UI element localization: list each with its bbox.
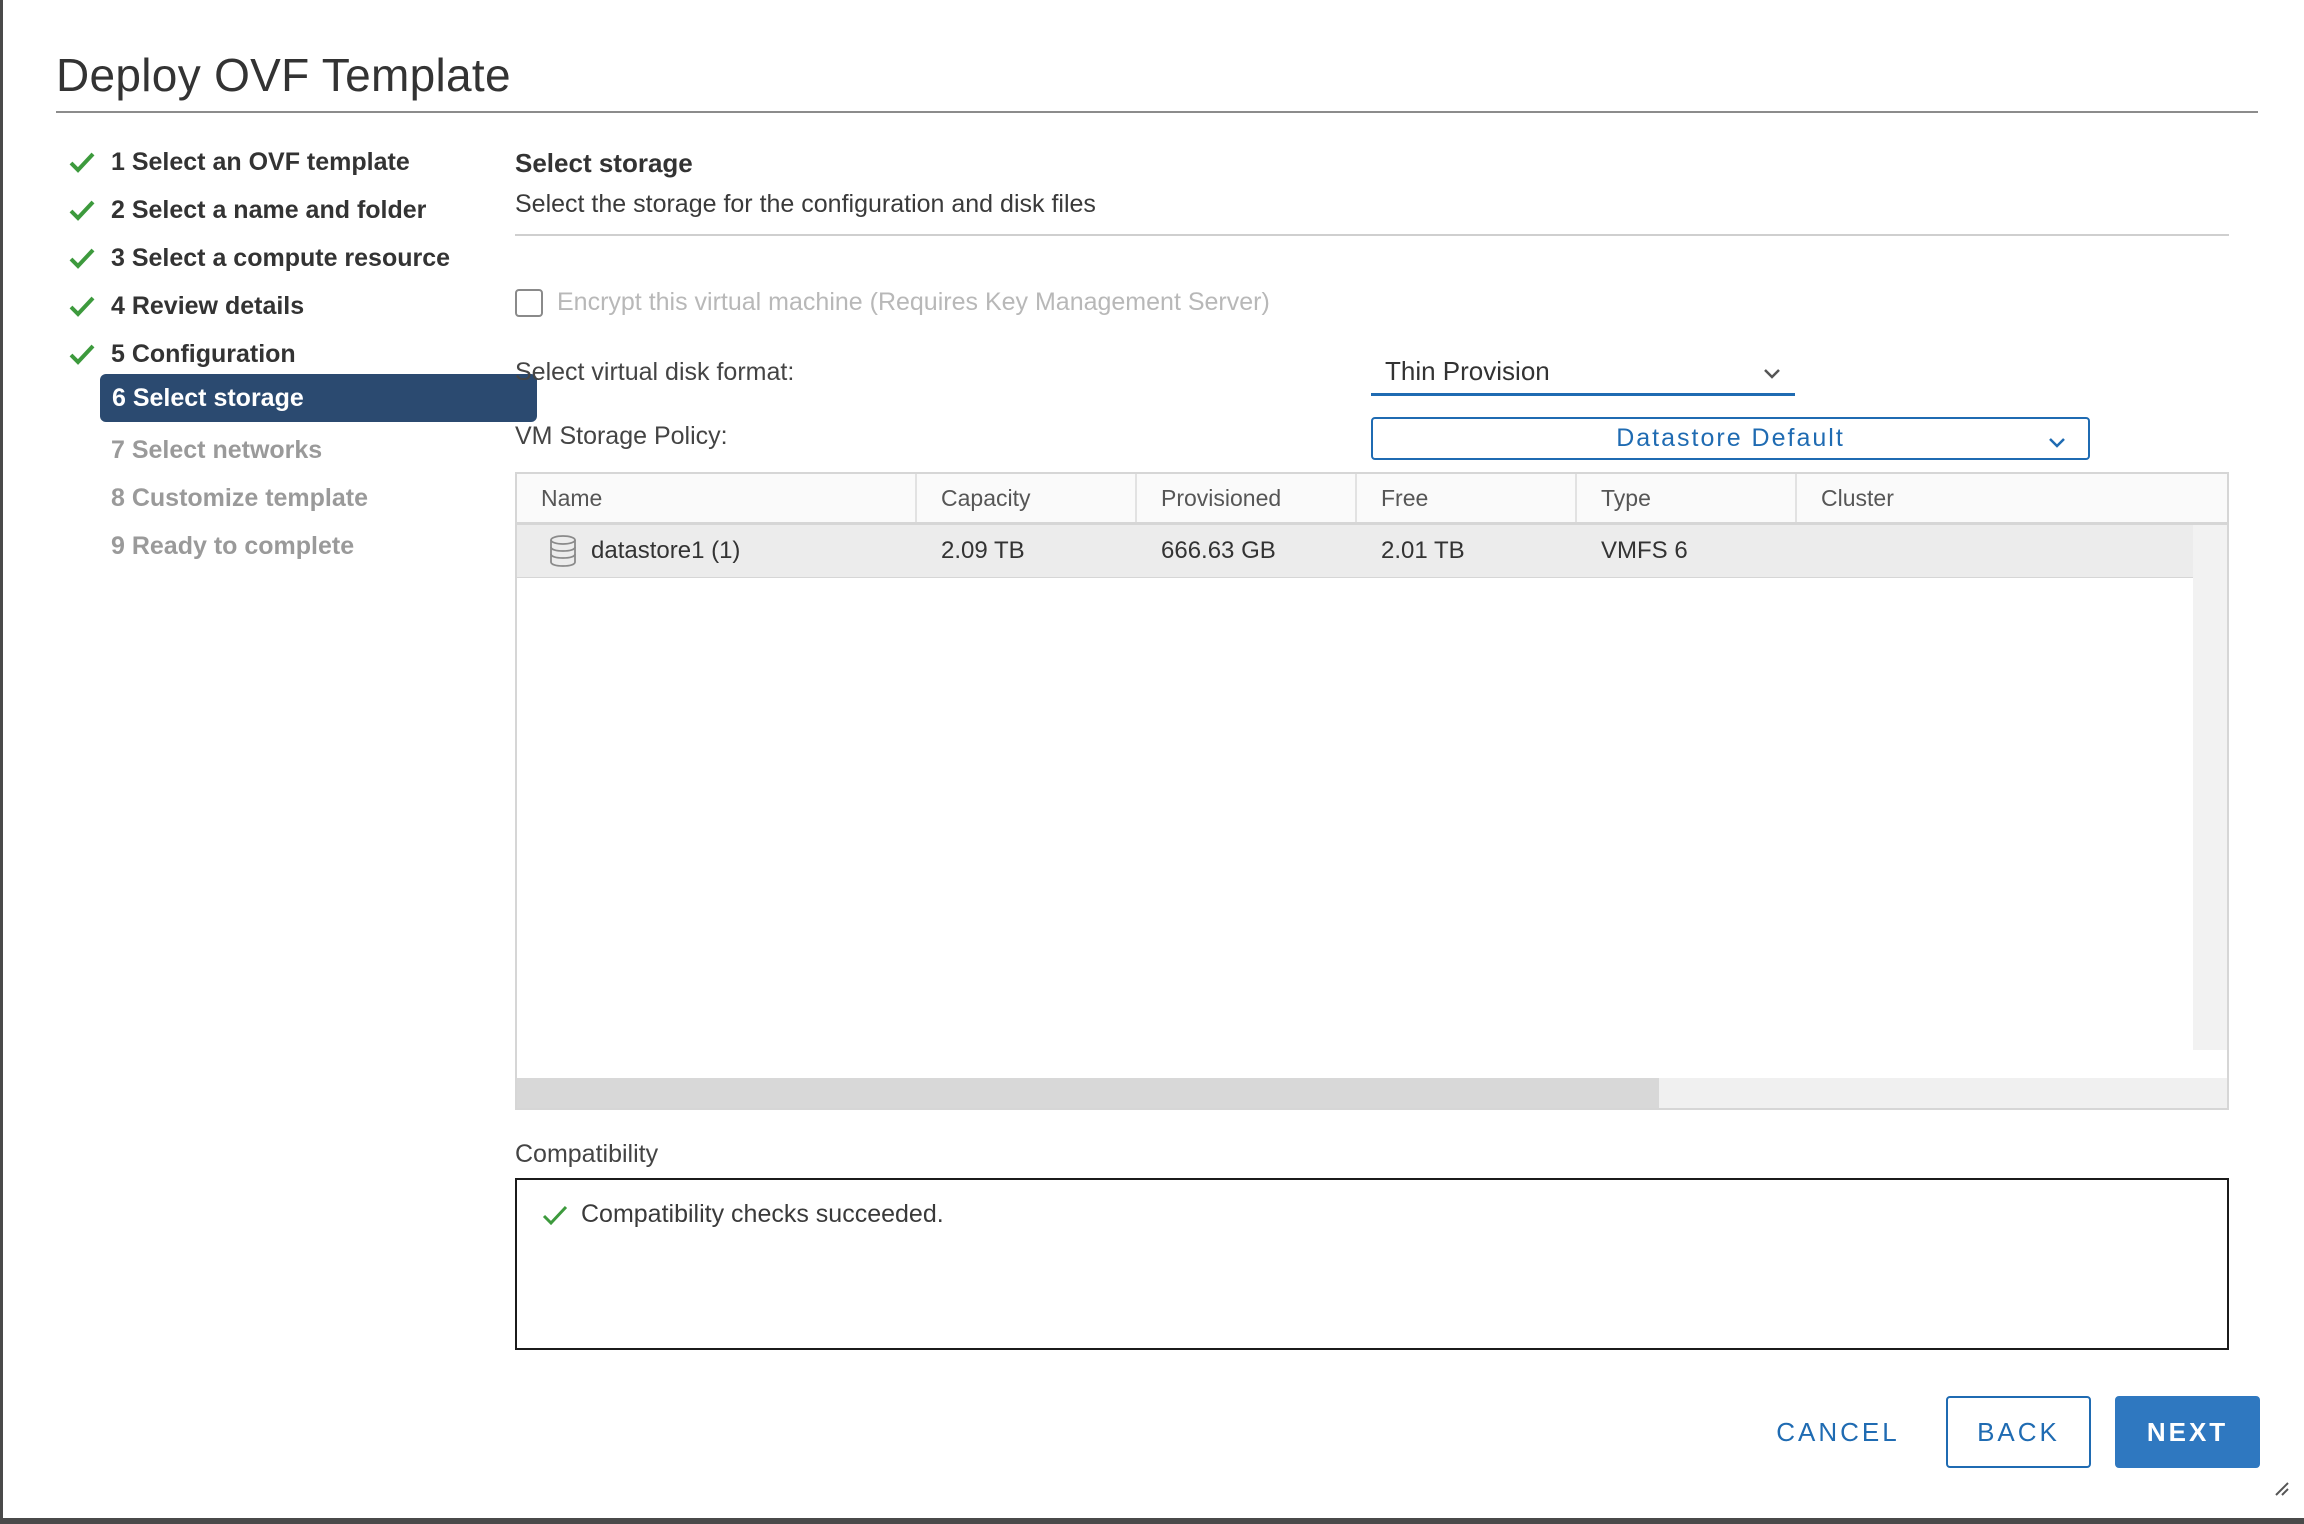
step-ready-to-complete: 9 Ready to complete xyxy=(63,522,477,570)
grid-body: datastore1 (1) 2.09 TB 666.63 GB 2.01 TB… xyxy=(517,525,2193,1050)
step-label: 3 Select a compute resource xyxy=(111,243,451,272)
compatibility-panel: Compatibility checks succeeded. xyxy=(515,1178,2229,1350)
horizontal-scrollbar[interactable] xyxy=(517,1078,2227,1108)
disk-format-select[interactable]: Thin Provision xyxy=(1371,350,1795,396)
step-label: 6 Select storage xyxy=(112,383,304,412)
step-label: 1 Select an OVF template xyxy=(111,147,410,176)
cell-name: datastore1 (1) xyxy=(517,525,917,577)
step-label: 7 Select networks xyxy=(111,435,323,464)
step-configuration[interactable]: 5 Configuration xyxy=(63,330,477,378)
encrypt-checkbox xyxy=(515,288,543,317)
step-select-name-folder[interactable]: 2 Select a name and folder xyxy=(63,186,477,234)
check-icon xyxy=(63,151,111,173)
compatibility-text: Compatibility checks succeeded. xyxy=(581,1200,944,1228)
storage-policy-select[interactable]: Datastore Default xyxy=(1371,417,2090,460)
step-select-storage[interactable]: 6 Select storage xyxy=(100,374,537,422)
encrypt-vm-option: Encrypt this virtual machine (Requires K… xyxy=(515,288,1270,317)
cell-free: 2.01 TB xyxy=(1381,537,1465,564)
horizontal-scroll-thumb[interactable] xyxy=(517,1078,1659,1108)
cell-cluster xyxy=(1797,525,2193,577)
datastore-name: datastore1 (1) xyxy=(591,537,741,564)
storage-policy-label: VM Storage Policy: xyxy=(515,422,728,450)
step-select-compute-resource[interactable]: 3 Select a compute resource xyxy=(63,234,477,282)
vertical-scrollbar[interactable] xyxy=(2193,525,2227,1050)
cell-provisioned: 666.63 GB xyxy=(1161,537,1276,564)
column-header-name[interactable]: Name xyxy=(517,474,917,522)
storage-policy-value: Datastore Default xyxy=(1616,424,1845,452)
cell-type: VMFS 6 xyxy=(1601,537,1688,564)
encrypt-label: Encrypt this virtual machine (Requires K… xyxy=(557,288,1270,316)
resize-handle-icon[interactable] xyxy=(2272,1479,2290,1502)
chevron-down-icon xyxy=(2048,427,2066,456)
step-label: 8 Customize template xyxy=(111,483,369,512)
check-icon xyxy=(63,199,111,221)
cancel-button[interactable]: CANCEL xyxy=(1763,1396,1913,1468)
step-select-networks: 7 Select networks xyxy=(63,426,477,474)
deploy-ovf-dialog: Deploy OVF Template 1 Select an OVF temp… xyxy=(0,0,2304,1524)
dialog-title: Deploy OVF Template xyxy=(56,49,511,101)
step-label: 5 Configuration xyxy=(111,339,296,368)
grid-header: Name Capacity Provisioned Free Type Clus… xyxy=(517,474,2227,525)
section-divider xyxy=(515,234,2229,236)
database-icon xyxy=(549,535,577,567)
title-divider xyxy=(56,111,2258,113)
section-subtitle: Select the storage for the configuration… xyxy=(515,190,1096,218)
compatibility-message: Compatibility checks succeeded. xyxy=(541,1200,944,1229)
check-icon xyxy=(63,343,111,365)
compatibility-label: Compatibility xyxy=(515,1140,659,1168)
cell-capacity: 2.09 TB xyxy=(941,537,1025,564)
check-icon xyxy=(63,295,111,317)
step-label: 9 Ready to complete xyxy=(111,531,355,560)
step-select-ovf-template[interactable]: 1 Select an OVF template xyxy=(63,138,477,186)
check-icon xyxy=(541,1203,569,1227)
datastore-grid: Name Capacity Provisioned Free Type Clus… xyxy=(515,472,2229,1110)
step-review-details[interactable]: 4 Review details xyxy=(63,282,477,330)
step-label: 2 Select a name and folder xyxy=(111,195,427,224)
step-label: 4 Review details xyxy=(111,291,305,320)
column-header-cluster[interactable]: Cluster xyxy=(1797,474,2227,522)
step-customize-template: 8 Customize template xyxy=(63,474,477,522)
check-icon xyxy=(63,247,111,269)
chevron-down-icon xyxy=(1763,356,1781,387)
next-button[interactable]: NEXT xyxy=(2115,1396,2260,1468)
column-header-free[interactable]: Free xyxy=(1357,474,1577,522)
column-header-capacity[interactable]: Capacity xyxy=(917,474,1137,522)
column-header-type[interactable]: Type xyxy=(1577,474,1797,522)
disk-format-value: Thin Provision xyxy=(1385,356,1550,386)
section-title: Select storage xyxy=(515,148,693,178)
column-header-provisioned[interactable]: Provisioned xyxy=(1137,474,1357,522)
table-row[interactable]: datastore1 (1) 2.09 TB 666.63 GB 2.01 TB… xyxy=(517,525,2193,578)
back-button[interactable]: BACK xyxy=(1946,1396,2091,1468)
disk-format-label: Select virtual disk format: xyxy=(515,358,795,386)
